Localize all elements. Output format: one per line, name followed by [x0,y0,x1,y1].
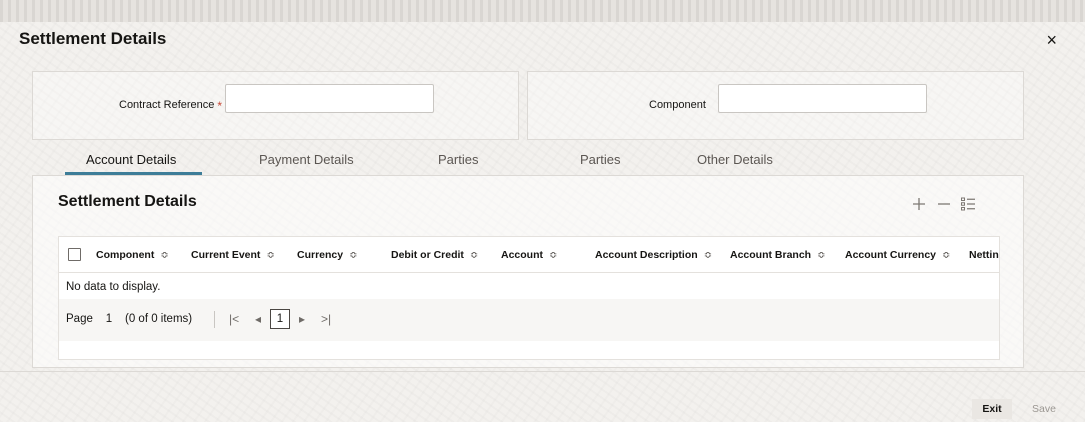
exit-button[interactable]: Exit [972,399,1012,419]
tab-bar: Account Details Payment Details Parties … [48,148,1028,175]
column-header-netting[interactable]: Nettin [969,237,999,273]
last-page-icon[interactable]: >| [321,312,331,326]
column-label: Component [96,249,155,261]
dialog-title: Settlement Details [19,29,167,48]
select-all-checkbox[interactable] [68,248,81,261]
footer-bar [0,371,1085,422]
column-label: Current Event [191,249,261,261]
minus-icon[interactable] [936,196,952,215]
current-page-button[interactable]: 1 [270,309,290,329]
first-page-icon[interactable]: |< [229,312,239,326]
contract-reference-label-text: Contract Reference [119,99,215,111]
column-header-account-description[interactable]: Account Description ≎ [595,237,712,273]
component-section: Component [527,71,1024,140]
next-page-icon[interactable]: ▸ [299,312,305,326]
sort-icon: ≎ [942,250,951,261]
sort-icon: ≎ [703,250,713,261]
sort-icon: ≎ [160,250,169,261]
items-count: (0 of 0 items) [125,313,193,325]
sort-icon: ≎ [349,250,358,261]
column-header-current-event[interactable]: Current Event ≎ [191,237,275,273]
column-label: Currency [297,249,344,261]
tab-parties-2[interactable]: Parties [580,152,620,167]
tab-other-details[interactable]: Other Details [697,152,773,167]
column-label: Debit or Credit [391,249,464,261]
contract-reference-label: Contract Reference * [119,99,222,113]
plus-icon[interactable] [911,196,927,215]
column-label: Account [501,249,543,261]
required-marker: * [217,99,223,113]
page-label: Page [66,313,93,325]
column-label: Account Currency [845,249,937,261]
tab-parties[interactable]: Parties [438,152,478,167]
contract-reference-input[interactable] [225,84,434,113]
settlement-table: Component ≎ Current Event ≎ Currency ≎ Debi… [58,236,1000,360]
column-header-component[interactable]: Component ≎ [96,237,169,273]
component-label: Component [649,99,706,111]
table-header: Component ≎ Current Event ≎ Currency ≎ Debi… [59,237,999,273]
close-icon[interactable]: × [1046,30,1057,51]
contract-reference-section: Contract Reference * [32,71,519,140]
column-header-debit-or-credit[interactable]: Debit or Credit ≎ [391,237,478,273]
sort-icon: ≎ [266,250,275,261]
column-label: Account Branch [730,249,812,261]
pager-divider [214,311,215,328]
tab-account-details[interactable]: Account Details [86,152,176,167]
column-header-account-branch[interactable]: Account Branch ≎ [730,237,825,273]
settlement-details-panel: Settlement Details Component ≎ Current Ev… [32,175,1024,368]
sort-icon: ≎ [817,250,826,261]
sort-icon: ≎ [469,250,479,261]
tab-payment-details[interactable]: Payment Details [259,152,354,167]
previous-page-icon[interactable]: ◂ [255,312,261,326]
top-strip [0,0,1085,22]
column-header-account-currency[interactable]: Account Currency ≎ [845,237,950,273]
column-header-currency[interactable]: Currency ≎ [297,237,358,273]
component-input[interactable] [718,84,927,113]
column-header-account[interactable]: Account ≎ [501,237,557,273]
empty-table-message: No data to display. [66,281,161,293]
column-list-icon[interactable] [960,196,976,215]
panel-title: Settlement Details [58,193,197,210]
column-label: Account Description [595,249,698,261]
sort-icon: ≎ [549,250,558,261]
pagination-bar: Page 1 (0 of 0 items) |< ◂ 1 ▸ >| [59,299,999,341]
page-input[interactable]: 1 [99,309,119,329]
save-button[interactable]: Save [1024,399,1064,419]
